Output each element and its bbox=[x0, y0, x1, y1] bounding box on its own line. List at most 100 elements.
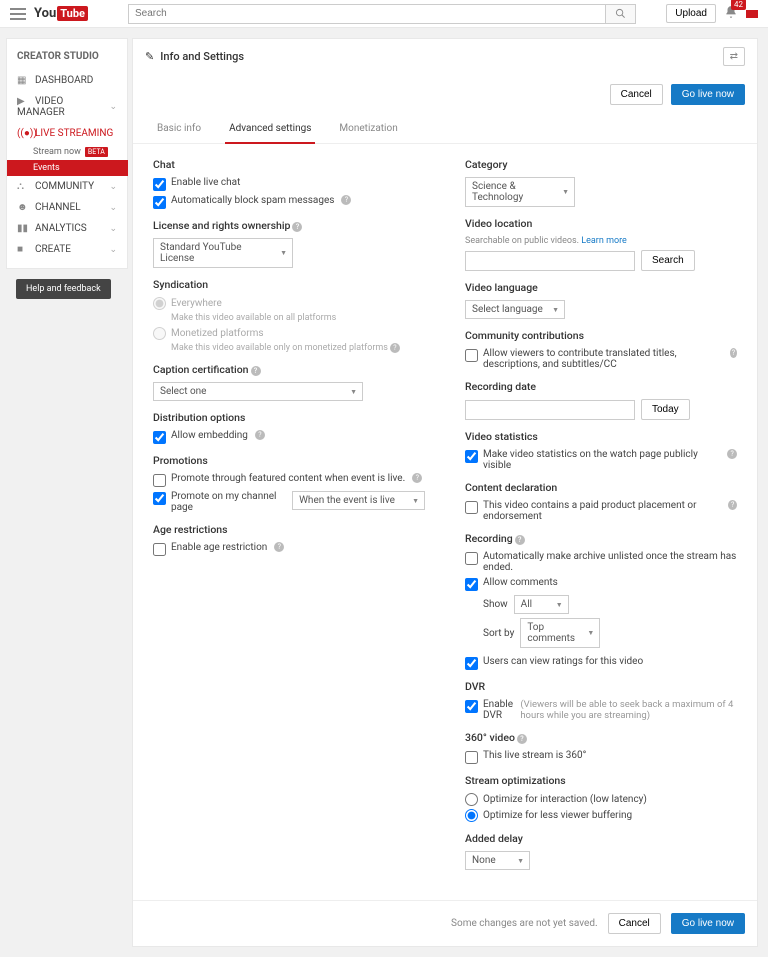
learn-more-link[interactable]: Learn more bbox=[581, 236, 627, 246]
location-hint: Searchable on public videos. Learn more bbox=[465, 236, 737, 246]
sidebar-item-channel[interactable]: ☻CHANNEL⌄ bbox=[7, 197, 127, 218]
radio-low-latency[interactable]: Optimize for interaction (low latency) bbox=[465, 793, 737, 806]
upload-button[interactable]: Upload bbox=[666, 4, 716, 23]
comments-sort-select[interactable]: Top comments bbox=[520, 618, 600, 648]
label-show: Show bbox=[483, 599, 508, 610]
radio-less-buffering[interactable]: Optimize for less viewer buffering bbox=[465, 809, 737, 822]
radio-everywhere-hint: Make this video available on all platfor… bbox=[171, 313, 425, 323]
beta-badge: BETA bbox=[85, 147, 108, 157]
cb-auto-block-spam[interactable]: Automatically block spam messages? bbox=[153, 195, 425, 209]
page-title: Info and Settings bbox=[160, 50, 244, 63]
cb-allow-comments[interactable]: Allow comments bbox=[465, 577, 737, 591]
help-feedback-button[interactable]: Help and feedback bbox=[16, 279, 111, 299]
help-icon[interactable]: ? bbox=[517, 734, 527, 744]
recording-date-input[interactable] bbox=[465, 400, 635, 420]
section-language: Video language bbox=[465, 281, 737, 294]
promote-when-select[interactable]: When the event is live bbox=[292, 491, 425, 510]
location-input[interactable] bbox=[465, 251, 635, 271]
section-community-contrib: Community contributions bbox=[465, 329, 737, 342]
cb-enable-dvr[interactable]: Enable DVR (Viewers will be able to seek… bbox=[465, 699, 737, 721]
cancel-button-bottom[interactable]: Cancel bbox=[608, 913, 661, 934]
added-delay-select[interactable]: None bbox=[465, 851, 530, 870]
youtube-logo[interactable]: You Tube bbox=[34, 6, 88, 21]
caption-select[interactable]: Select one bbox=[153, 382, 363, 401]
cancel-button-top[interactable]: Cancel bbox=[610, 84, 663, 105]
sidebar-title: CREATOR STUDIO bbox=[7, 47, 127, 70]
section-caption: Caption certification? bbox=[153, 363, 425, 376]
go-live-button-top[interactable]: Go live now bbox=[671, 84, 745, 105]
section-360: 360° video? bbox=[465, 731, 737, 744]
notifications-icon[interactable]: 42 bbox=[724, 5, 738, 22]
tab-basic-info[interactable]: Basic info bbox=[153, 115, 205, 143]
help-icon[interactable]: ? bbox=[251, 366, 261, 376]
menu-icon[interactable] bbox=[10, 8, 26, 20]
language-select[interactable]: Select language bbox=[465, 300, 565, 319]
cb-paid-placement[interactable]: This video contains a paid product place… bbox=[465, 500, 737, 522]
cb-enable-live-chat[interactable]: Enable live chat bbox=[153, 177, 425, 191]
help-icon[interactable]: ? bbox=[341, 195, 351, 205]
sidebar-item-analytics[interactable]: ▮▮ANALYTICS⌄ bbox=[7, 218, 127, 239]
help-icon[interactable]: ? bbox=[727, 449, 737, 459]
app-header: You Tube Upload 42 bbox=[0, 0, 768, 28]
section-syndication: Syndication bbox=[153, 278, 425, 291]
cb-allow-embedding[interactable]: Allow embedding? bbox=[153, 430, 425, 444]
section-content-declaration: Content declaration bbox=[465, 481, 737, 494]
go-live-button-bottom[interactable]: Go live now bbox=[671, 913, 745, 934]
cb-enable-age-restriction[interactable]: Enable age restriction? bbox=[153, 542, 425, 556]
section-recording: Recording? bbox=[465, 532, 737, 545]
help-icon[interactable]: ? bbox=[412, 473, 422, 483]
help-icon[interactable]: ? bbox=[274, 542, 284, 552]
apps-icon[interactable] bbox=[746, 10, 758, 18]
cb-promote-featured[interactable]: Promote through featured content when ev… bbox=[153, 473, 425, 487]
cb-auto-unlist[interactable]: Automatically make archive unlisted once… bbox=[465, 551, 737, 573]
notif-badge: 42 bbox=[731, 0, 746, 10]
cb-promote-channel[interactable]: Promote on my channel page When the even… bbox=[153, 491, 425, 513]
section-added-delay: Added delay bbox=[465, 832, 737, 845]
help-icon[interactable]: ? bbox=[515, 535, 525, 545]
location-search-button[interactable]: Search bbox=[641, 250, 695, 271]
cb-video-stats[interactable]: Make video statistics on the watch page … bbox=[465, 449, 737, 471]
help-icon[interactable]: ? bbox=[728, 500, 737, 510]
logo-you: You bbox=[34, 6, 56, 21]
comments-show-select[interactable]: All bbox=[514, 595, 569, 614]
help-icon[interactable]: ? bbox=[730, 348, 737, 358]
category-select[interactable]: Science & Technology bbox=[465, 177, 575, 207]
section-dvr: DVR bbox=[465, 680, 737, 693]
sidebar: CREATOR STUDIO ▦DASHBOARD ▶VIDEO MANAGER… bbox=[0, 28, 128, 957]
radio-monetized-hint: Make this video available only on moneti… bbox=[171, 343, 425, 353]
radio-everywhere[interactable]: Everywhere bbox=[153, 297, 425, 310]
unsaved-changes-text: Some changes are not yet saved. bbox=[451, 918, 598, 929]
section-video-stats: Video statistics bbox=[465, 430, 737, 443]
label-sort: Sort by bbox=[483, 628, 514, 639]
help-icon[interactable]: ? bbox=[255, 430, 265, 440]
sidebar-sub-stream-now[interactable]: Stream nowBETA bbox=[7, 144, 127, 160]
today-button[interactable]: Today bbox=[641, 399, 690, 420]
cb-community-contrib[interactable]: Allow viewers to contribute translated t… bbox=[465, 348, 737, 370]
section-location: Video location bbox=[465, 217, 737, 230]
pencil-icon: ✎ bbox=[145, 50, 154, 63]
help-icon[interactable]: ? bbox=[292, 222, 302, 232]
search-button[interactable] bbox=[606, 4, 636, 24]
section-age: Age restrictions bbox=[153, 523, 425, 536]
tab-advanced-settings[interactable]: Advanced settings bbox=[225, 115, 315, 144]
sidebar-item-live-streaming[interactable]: ((●))LIVE STREAMING bbox=[7, 123, 127, 144]
section-recording-date: Recording date bbox=[465, 380, 737, 393]
sidebar-item-dashboard[interactable]: ▦DASHBOARD bbox=[7, 70, 127, 91]
cb-360-video[interactable]: This live stream is 360° bbox=[465, 750, 737, 764]
section-distribution: Distribution options bbox=[153, 411, 425, 424]
section-license: License and rights ownership? bbox=[153, 219, 425, 232]
section-stream-opt: Stream optimizations bbox=[465, 774, 737, 787]
settings-toggle-icon[interactable]: ⇄ bbox=[723, 47, 745, 66]
sidebar-item-community[interactable]: ⛬COMMUNITY⌄ bbox=[7, 176, 127, 197]
sidebar-item-create[interactable]: ■CREATE⌄ bbox=[7, 239, 127, 260]
sidebar-sub-events[interactable]: Events bbox=[7, 160, 128, 176]
search-input[interactable] bbox=[128, 4, 606, 24]
radio-monetized[interactable]: Monetized platforms bbox=[153, 327, 425, 340]
license-select[interactable]: Standard YouTube License bbox=[153, 238, 293, 268]
tab-monetization[interactable]: Monetization bbox=[335, 115, 401, 143]
help-icon[interactable]: ? bbox=[390, 343, 400, 353]
section-promotions: Promotions bbox=[153, 454, 425, 467]
section-chat: Chat bbox=[153, 158, 425, 171]
cb-view-ratings[interactable]: Users can view ratings for this video bbox=[465, 656, 737, 670]
sidebar-item-video-manager[interactable]: ▶VIDEO MANAGER⌄ bbox=[7, 91, 127, 123]
